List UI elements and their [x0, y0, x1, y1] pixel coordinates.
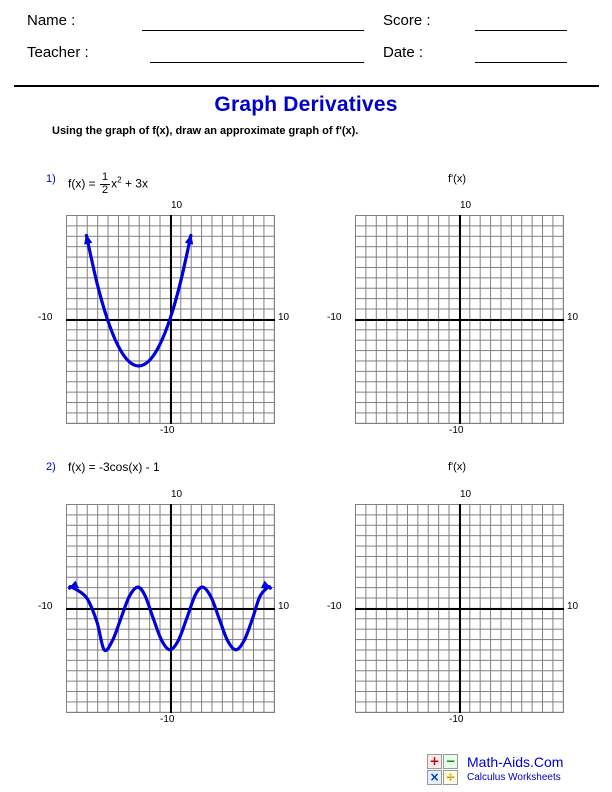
axis-label-top: 10: [171, 489, 183, 500]
problem-2-fprime-label: f'(x): [448, 461, 466, 473]
teacher-label: Teacher :: [27, 44, 89, 61]
teacher-input-line[interactable]: [150, 62, 364, 63]
problem-1-fx-prefix: f(x) =: [68, 176, 96, 191]
axis-label-right: 10: [278, 312, 290, 323]
times-icon: ×: [427, 770, 442, 785]
problem-1-fprime-label: f'(x): [448, 173, 466, 185]
parabola-curve: [84, 233, 194, 368]
cosine-curve: [68, 580, 272, 653]
footer-logo[interactable]: + − × ÷ Math-Aids.Com Calculus Worksheet…: [427, 754, 607, 788]
axis-label-top: 10: [460, 200, 472, 211]
axis-label-bottom: -10: [160, 425, 175, 436]
site-name: Math-Aids.Com: [467, 754, 564, 770]
axis-label-right: 10: [567, 312, 579, 323]
date-input-line[interactable]: [475, 62, 567, 63]
axis-label-left: -10: [38, 601, 53, 612]
axis-label-left: -10: [327, 312, 342, 323]
worksheet-category: Calculus Worksheets: [467, 772, 561, 783]
date-label: Date :: [383, 44, 424, 61]
fraction-denominator: 2: [100, 183, 111, 196]
axis-label-bottom: -10: [449, 714, 464, 725]
problem-1-fx-graph: 10 -10 -10 10: [38, 200, 289, 436]
axis-label-bottom: -10: [160, 714, 175, 725]
problem-1-tail: + 3x: [124, 176, 148, 191]
worksheet-header: Name : Teacher : Score : Date :: [0, 0, 612, 82]
axis-label-left: -10: [327, 601, 342, 612]
problem-1-fraction: 1 2: [100, 171, 111, 196]
page-title: Graph Derivatives: [214, 93, 398, 116]
divide-icon: ÷: [443, 770, 458, 785]
score-label: Score :: [383, 12, 431, 29]
header-divider: [14, 85, 599, 87]
y-axis: [459, 215, 461, 424]
math-operators-icon: + − × ÷: [427, 754, 459, 786]
axis-label-top: 10: [460, 489, 472, 500]
problem-2-fprime-graph[interactable]: 10 -10 -10 10: [327, 489, 578, 725]
y-axis: [459, 504, 461, 713]
axis-label-top: 10: [171, 200, 183, 211]
minus-icon: −: [443, 754, 458, 769]
name-label: Name :: [27, 12, 76, 29]
name-input-line[interactable]: [142, 30, 364, 31]
problem-1-number: 1): [46, 173, 56, 185]
axis-label-right: 10: [278, 601, 290, 612]
problem-2-number: 2): [46, 461, 56, 473]
problem-1-equation: f(x) = 1 2 x2 + 3x: [68, 171, 148, 196]
axis-label-bottom: -10: [449, 425, 464, 436]
plus-icon: +: [427, 754, 442, 769]
axis-label-left: -10: [38, 312, 53, 323]
problem-1-exponent: 2: [117, 175, 122, 185]
problem-2-fx-graph: 10 -10 -10 10: [38, 489, 289, 725]
problem-1-fprime-graph[interactable]: 10 -10 -10 10: [327, 200, 578, 436]
fraction-numerator: 1: [102, 171, 109, 183]
instructions-text: Using the graph of f(x), draw an approxi…: [52, 125, 359, 137]
axis-label-right: 10: [567, 601, 579, 612]
score-input-line[interactable]: [475, 30, 567, 31]
problem-2-equation: f(x) = -3cos(x) - 1: [68, 460, 160, 474]
